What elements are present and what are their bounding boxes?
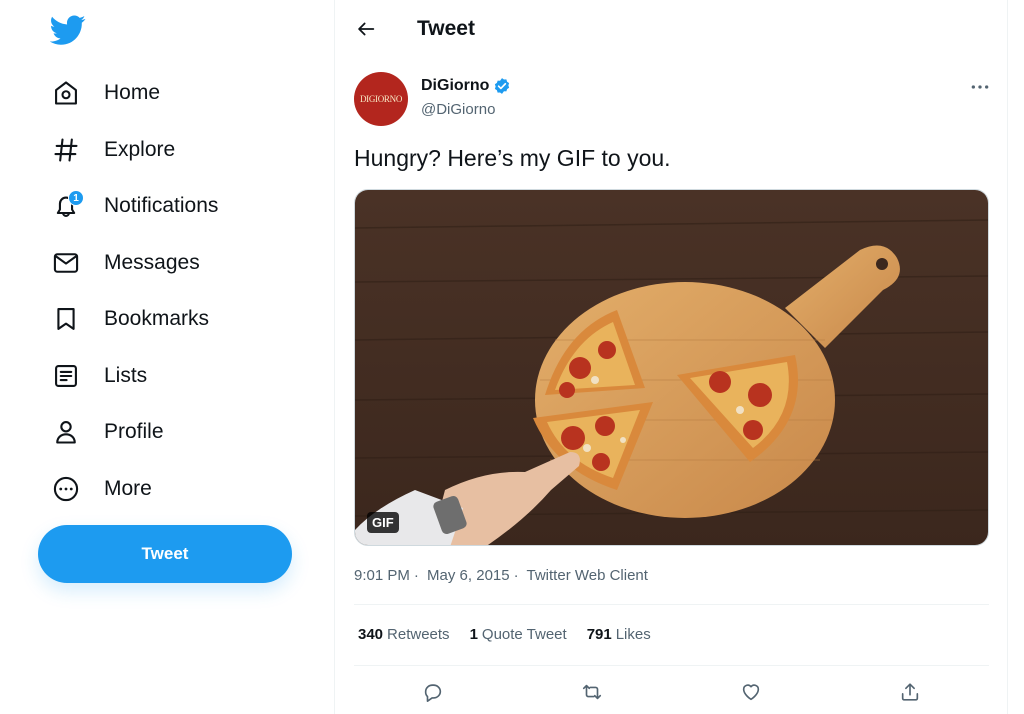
nav-label-explore: Explore: [104, 138, 176, 161]
tweet-text: Hungry? Here’s my GIF to you.: [354, 145, 671, 171]
notification-badge: 1: [68, 190, 84, 206]
likes-count: 791: [586, 626, 612, 643]
nav-label-more: More: [104, 477, 152, 500]
bell-icon: 1: [50, 190, 84, 222]
pizza-gif-image: [355, 190, 988, 545]
nav-label-bookmarks: Bookmarks: [104, 307, 210, 330]
reply-icon[interactable]: [417, 676, 449, 708]
avatar-logo-text: DIGIORNO: [359, 94, 403, 104]
more-circle-icon: [50, 473, 82, 505]
tweet-stats: 340 Retweets 1 Quote Tweet 791 Likes: [358, 626, 651, 643]
envelope-icon: [50, 247, 82, 279]
share-icon[interactable]: [894, 676, 926, 708]
nav-item-home[interactable]: Home: [50, 73, 160, 113]
avatar[interactable]: DIGIORNO: [354, 72, 408, 126]
bookmark-icon: [50, 303, 82, 335]
person-icon: [50, 416, 82, 448]
compose-tweet-button[interactable]: Tweet: [38, 525, 292, 583]
likes-stat[interactable]: 791 Likes: [587, 626, 651, 643]
nav-label-lists: Lists: [104, 364, 148, 387]
retweets-count: 340: [358, 626, 384, 643]
quote-tweets-stat[interactable]: 1 Quote Tweet: [470, 626, 567, 643]
likes-label: Likes: [615, 626, 651, 643]
nav-item-bookmarks[interactable]: Bookmarks: [50, 299, 209, 339]
tweet-client[interactable]: Twitter Web Client: [527, 567, 648, 584]
nav-item-messages[interactable]: Messages: [50, 243, 200, 283]
nav-label-notifications: Notifications: [104, 194, 219, 217]
nav-item-profile[interactable]: Profile: [50, 412, 164, 452]
quotes-label: Quote Tweet: [481, 626, 567, 643]
retweets-label: Retweets: [387, 626, 450, 643]
verified-badge-icon: [495, 78, 510, 94]
nav-item-explore[interactable]: Explore: [50, 130, 175, 170]
nav-item-notifications[interactable]: 1 Notifications: [50, 186, 218, 226]
nav-item-lists[interactable]: Lists: [50, 356, 147, 396]
more-options-icon[interactable]: [965, 75, 995, 99]
quotes-count: 1: [469, 626, 478, 643]
retweet-icon[interactable]: [576, 676, 608, 708]
meta-separator: ·: [513, 567, 519, 584]
tweet-actions: [354, 676, 989, 708]
author-handle[interactable]: @DiGiorno: [421, 101, 495, 118]
list-icon: [50, 360, 82, 392]
page-title: Tweet: [417, 17, 475, 40]
nav-label-messages: Messages: [104, 251, 200, 274]
twitter-logo-icon[interactable]: [49, 12, 86, 48]
nav-label-profile: Profile: [104, 420, 164, 443]
back-arrow-icon[interactable]: [351, 14, 381, 44]
sidebar: Home Explore 1 Notifications Messages Bo…: [0, 0, 334, 714]
tweet-media-gif[interactable]: GIF: [354, 189, 989, 546]
tweet-detail: Tweet DIGIORNO DiGiorno @DiGiorno Hungry…: [334, 0, 1008, 714]
tweet-time[interactable]: 9:01 PM: [354, 567, 410, 584]
tweet-meta: 9:01 PM · May 6, 2015 · Twitter Web Client: [354, 567, 652, 584]
author-name[interactable]: DiGiorno: [421, 77, 511, 95]
meta-separator: ·: [413, 567, 419, 584]
retweets-stat[interactable]: 340 Retweets: [358, 626, 450, 643]
hashtag-icon: [50, 134, 82, 166]
like-heart-icon[interactable]: [735, 676, 767, 708]
gif-badge: GIF: [367, 512, 399, 533]
page-header: Tweet: [335, 0, 1007, 58]
divider: [354, 665, 989, 666]
author-name-text: DiGiorno: [421, 77, 490, 94]
divider: [354, 604, 989, 605]
tweet-date[interactable]: May 6, 2015: [427, 567, 510, 584]
nav-label-home: Home: [104, 81, 161, 104]
nav-item-more[interactable]: More: [50, 469, 152, 509]
home-icon: [50, 77, 82, 109]
